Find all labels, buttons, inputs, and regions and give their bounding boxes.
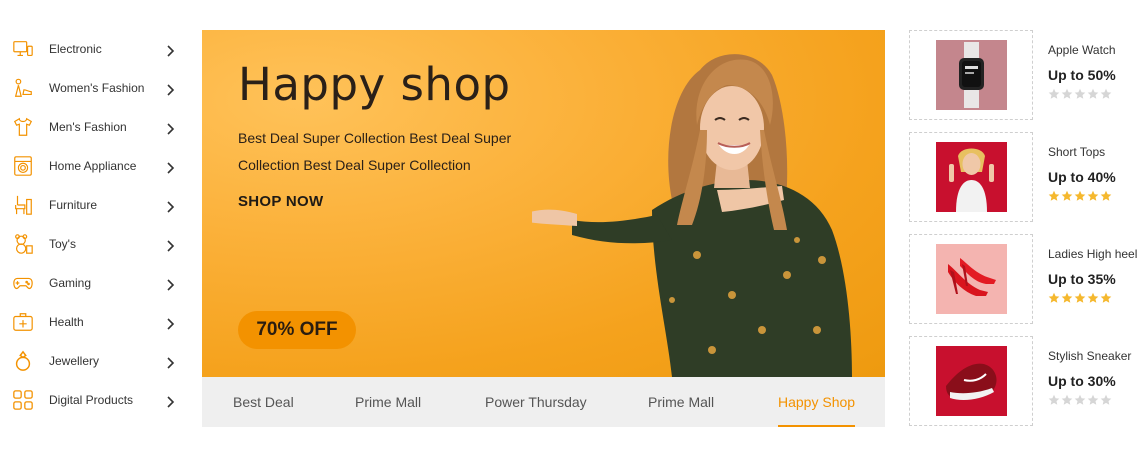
high-heel-image	[936, 244, 1007, 314]
star-icon	[1048, 292, 1060, 304]
rating-stars	[1048, 292, 1112, 304]
product-card[interactable]: Short Tops Up to 40%	[909, 132, 1140, 222]
product-discount: Up to 35%	[1048, 271, 1116, 287]
product-thumbnail-box	[909, 30, 1033, 120]
star-icon	[1100, 88, 1112, 100]
tab-prime-mall-2[interactable]: Prime Mall	[648, 377, 714, 427]
category-label: Health	[49, 315, 84, 329]
product-discount: Up to 30%	[1048, 373, 1116, 389]
product-card[interactable]: Stylish Sneaker Up to 30%	[909, 336, 1140, 426]
product-name: Stylish Sneaker	[1048, 349, 1132, 363]
category-mens-fashion[interactable]: Men's Fashion	[0, 108, 190, 147]
banner-title: Happy shop	[238, 58, 511, 111]
sneaker-image	[936, 346, 1007, 416]
star-icon	[1087, 190, 1099, 202]
chevron-right-icon	[166, 161, 178, 175]
star-icon	[1074, 292, 1086, 304]
category-digital-products[interactable]: Digital Products	[0, 381, 190, 420]
star-icon	[1048, 394, 1060, 406]
star-icon	[1100, 292, 1112, 304]
product-name: Apple Watch	[1048, 43, 1116, 57]
category-label: Women's Fashion	[49, 81, 145, 95]
category-sidebar: Electronic Women's Fashion Men's Fashion…	[0, 30, 190, 420]
washing-machine-icon	[12, 155, 34, 177]
star-icon	[1061, 88, 1073, 100]
tshirt-icon	[12, 116, 34, 138]
product-thumbnail-box	[909, 336, 1033, 426]
product-name: Ladies High heel	[1048, 247, 1138, 261]
star-icon	[1048, 88, 1060, 100]
category-label: Digital Products	[49, 393, 134, 407]
chevron-right-icon	[166, 356, 178, 370]
product-thumbnail-box	[909, 234, 1033, 324]
first-aid-icon	[12, 311, 34, 333]
chevron-right-icon	[166, 239, 178, 253]
product-card[interactable]: Ladies High heel Up to 35%	[909, 234, 1140, 324]
star-icon	[1087, 88, 1099, 100]
short-tops-image	[936, 142, 1007, 212]
hero-banner[interactable]: Happy shop Best Deal Super Collection Be…	[202, 30, 885, 377]
star-icon	[1074, 88, 1086, 100]
teddy-bear-icon	[12, 233, 34, 255]
tab-best-deal[interactable]: Best Deal	[233, 377, 294, 427]
chevron-right-icon	[166, 317, 178, 331]
rating-stars	[1048, 394, 1112, 406]
star-icon	[1100, 394, 1112, 406]
star-icon	[1074, 190, 1086, 202]
ring-icon	[12, 350, 34, 372]
product-card[interactable]: Apple Watch Up to 50%	[909, 30, 1140, 120]
electronics-icon	[12, 38, 34, 60]
category-health[interactable]: Health	[0, 303, 190, 342]
tab-happy-shop[interactable]: Happy Shop	[778, 377, 856, 427]
product-discount: Up to 50%	[1048, 67, 1116, 83]
gamepad-icon	[12, 272, 34, 294]
star-icon	[1061, 394, 1073, 406]
grid-apps-icon	[12, 389, 34, 411]
category-home-appliance[interactable]: Home Appliance	[0, 147, 190, 186]
womens-fashion-icon	[12, 77, 34, 99]
star-icon	[1074, 394, 1086, 406]
category-electronic[interactable]: Electronic	[0, 30, 190, 69]
category-womens-fashion[interactable]: Women's Fashion	[0, 69, 190, 108]
chevron-right-icon	[166, 200, 178, 214]
chevron-right-icon	[166, 278, 178, 292]
category-toys[interactable]: Toy's	[0, 225, 190, 264]
category-label: Gaming	[49, 276, 92, 290]
chevron-right-icon	[166, 44, 178, 58]
tab-prime-mall[interactable]: Prime Mall	[355, 377, 421, 427]
star-icon	[1048, 190, 1060, 202]
product-discount: Up to 40%	[1048, 169, 1116, 185]
chevron-right-icon	[166, 83, 178, 97]
product-name: Short Tops	[1048, 145, 1106, 159]
deal-tabs: Best Deal Prime Mall Power Thursday Prim…	[202, 377, 885, 427]
category-label: Home Appliance	[49, 159, 137, 173]
category-label: Jewellery	[49, 354, 100, 368]
rating-stars	[1048, 88, 1112, 100]
banner-description: Best Deal Super Collection Best Deal Sup…	[238, 130, 512, 173]
category-label: Men's Fashion	[49, 120, 127, 134]
tab-power-thursday[interactable]: Power Thursday	[485, 377, 587, 427]
model-image	[532, 54, 852, 377]
rating-stars	[1048, 190, 1112, 202]
category-label: Toy's	[49, 237, 76, 251]
category-label: Furniture	[49, 198, 98, 212]
category-jewellery[interactable]: Jewellery	[0, 342, 190, 381]
star-icon	[1087, 394, 1099, 406]
apple-watch-image	[936, 40, 1007, 110]
category-gaming[interactable]: Gaming	[0, 264, 190, 303]
star-icon	[1061, 292, 1073, 304]
star-icon	[1100, 190, 1112, 202]
star-icon	[1061, 190, 1073, 202]
category-label: Electronic	[49, 42, 102, 56]
furniture-icon	[12, 194, 34, 216]
chevron-right-icon	[166, 395, 178, 409]
discount-badge: 70% OFF	[238, 311, 356, 349]
category-furniture[interactable]: Furniture	[0, 186, 190, 225]
shop-now-link[interactable]: SHOP NOW	[238, 193, 323, 210]
star-icon	[1087, 292, 1099, 304]
chevron-right-icon	[166, 122, 178, 136]
product-thumbnail-box	[909, 132, 1033, 222]
